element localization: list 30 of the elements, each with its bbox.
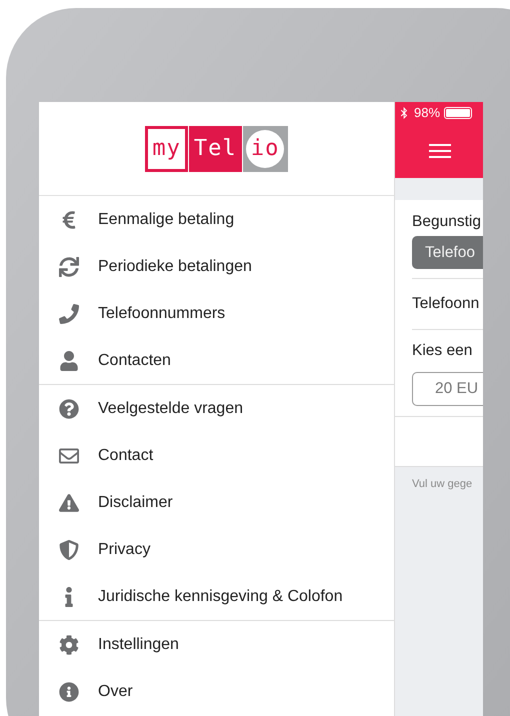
- menu-item[interactable]: Eenmalige betaling: [39, 196, 394, 243]
- footer-note: Vul uw gege: [411, 477, 474, 492]
- logo: my Tel io: [145, 126, 288, 172]
- menu-icon[interactable]: [429, 144, 451, 158]
- field-label: Begunstig: [412, 212, 482, 232]
- envelope-icon: [58, 446, 78, 466]
- shield-icon: [58, 540, 78, 560]
- menu-item[interactable]: Over: [39, 668, 394, 715]
- battery-percentage: 98%: [414, 104, 440, 122]
- menu-item[interactable]: Telefoonnummers: [39, 290, 394, 337]
- beneficiary-chip[interactable]: Telefoo: [412, 236, 483, 269]
- menu-item[interactable]: Periodieke betalingen: [39, 243, 394, 290]
- amount-field[interactable]: 20 EU: [412, 372, 483, 406]
- menu-item[interactable]: Contact: [39, 432, 394, 479]
- refresh-icon: [58, 256, 78, 276]
- menu-item[interactable]: Contacten: [39, 337, 394, 384]
- settings-icon: [58, 634, 78, 654]
- warning-icon: [58, 492, 78, 512]
- menu-item[interactable]: Juridische kennisgeving & Colofon: [39, 573, 394, 620]
- menu-item[interactable]: Veelgestelde vragen: [39, 385, 394, 432]
- field-label: Kies een: [412, 341, 474, 362]
- help-icon: [58, 398, 78, 418]
- menu-item[interactable]: Privacy: [39, 526, 394, 573]
- phone-icon: [58, 304, 78, 324]
- menu-item[interactable]: Instellingen: [39, 621, 394, 668]
- battery-icon: [444, 107, 472, 119]
- menu-item[interactable]: Disclaimer: [39, 479, 394, 526]
- field-label: Telefoonn: [412, 279, 483, 330]
- user-icon: [58, 350, 78, 370]
- bluetooth-icon: [398, 107, 410, 119]
